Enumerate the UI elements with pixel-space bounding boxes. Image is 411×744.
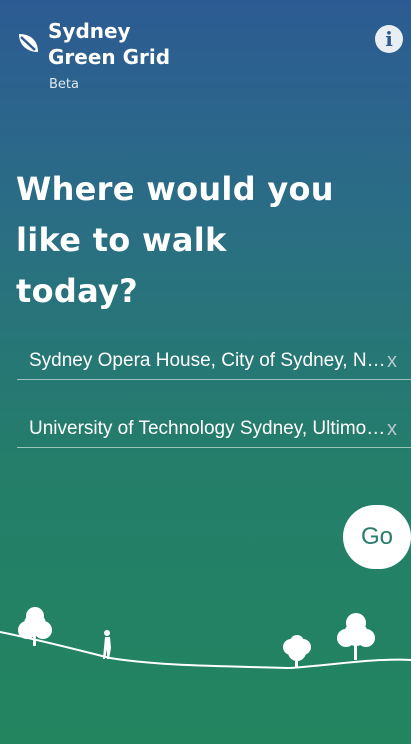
beta-label: Beta [49,77,79,92]
app-title: Sydney Green Grid [48,19,171,69]
info-button[interactable]: i [375,25,403,53]
page-headline: Where would you like to walk today? [16,170,334,310]
leaf-icon [19,34,38,52]
tree-right [337,613,375,660]
walker-figure [103,630,111,659]
destination-input[interactable]: University of Technology Sydney, Ultimo,… [17,418,387,440]
go-button[interactable]: Go [343,505,411,569]
clear-origin-button[interactable]: x [387,350,411,373]
tree-left [18,607,52,646]
destination-field[interactable]: University of Technology Sydney, Ultimo,… [17,411,411,448]
landscape-illustration [0,607,411,670]
origin-field[interactable]: Sydney Opera House, City of Sydney, New … [17,343,411,380]
origin-input[interactable]: Sydney Opera House, City of Sydney, New … [17,350,387,372]
clear-destination-button[interactable]: x [387,418,411,441]
tree-middle [283,635,311,668]
app-header: Sydney Green Grid [16,18,188,70]
info-icon: i [385,27,393,51]
go-label: Go [360,523,393,550]
